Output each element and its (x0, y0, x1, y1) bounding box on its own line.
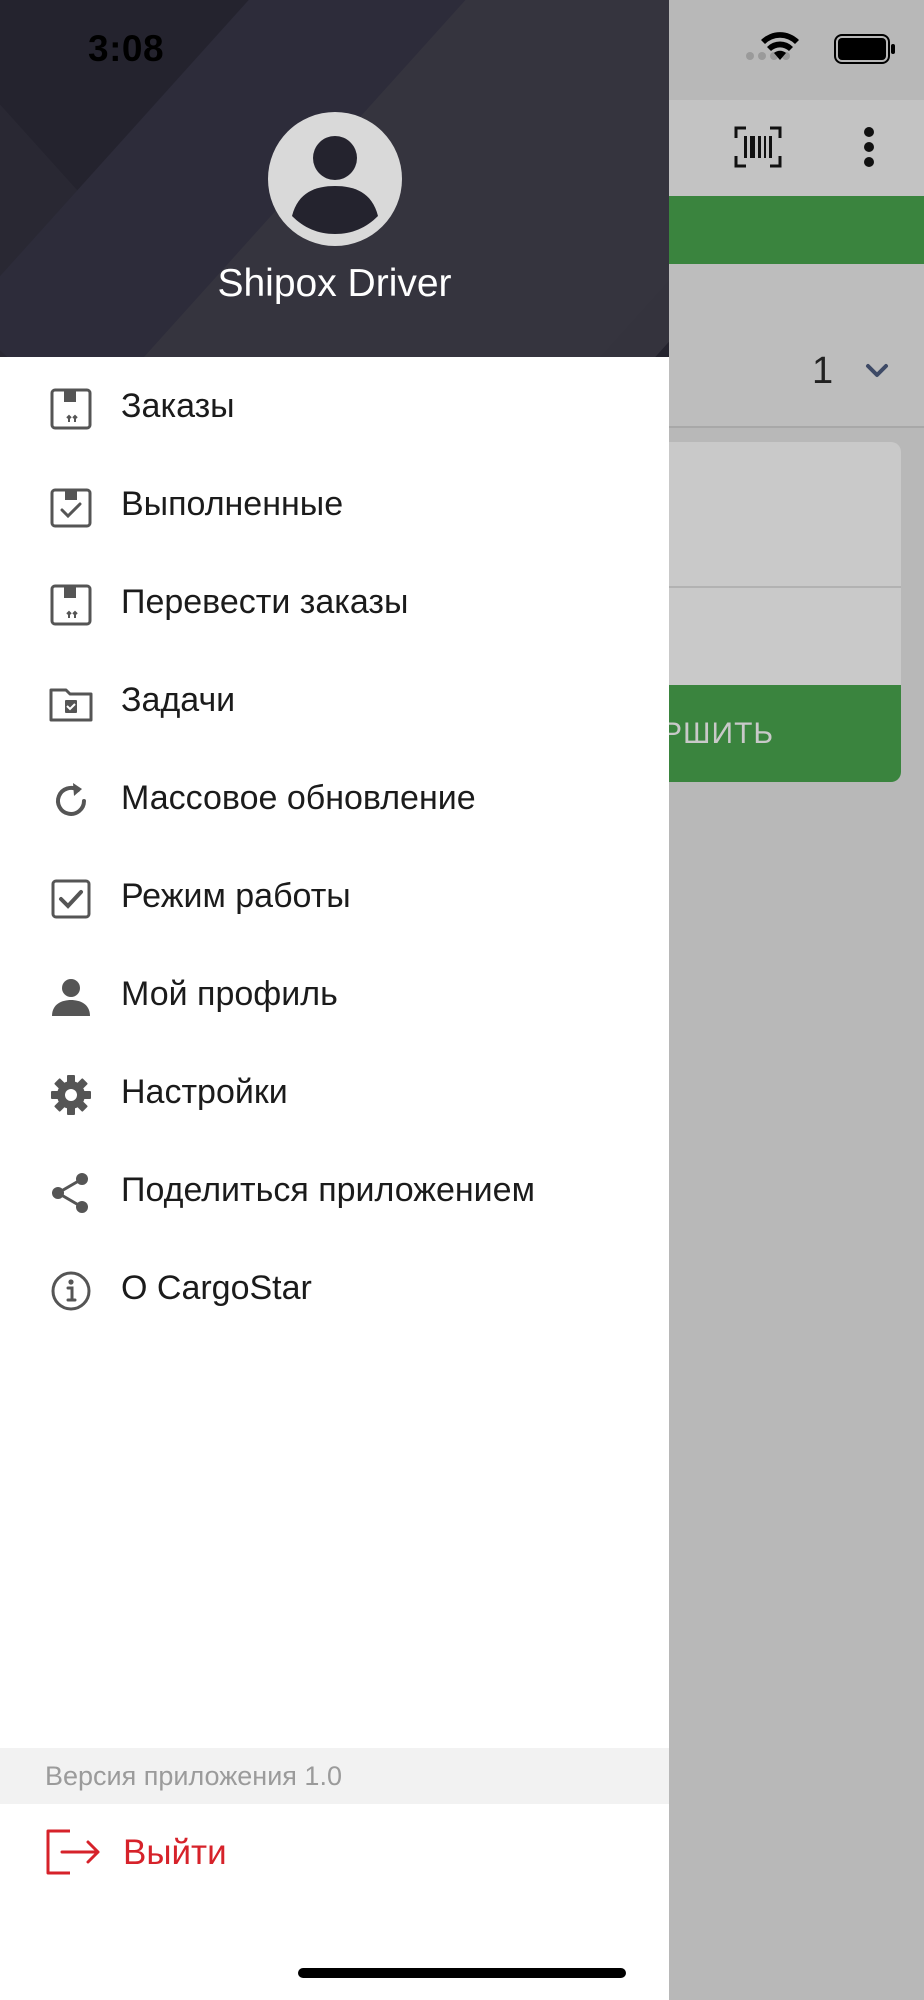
menu-item-transfer-orders[interactable]: Перевести заказы (0, 553, 669, 651)
menu-label: Поделиться приложением (121, 1171, 535, 1209)
menu-label: Настройки (121, 1073, 288, 1111)
navigation-drawer: 3:08 Shipox Driver Заказы Выполненные Пе… (0, 0, 669, 2000)
folder-task-icon (47, 679, 95, 727)
complete-button-label: РШИТЬ (668, 717, 775, 750)
version-label: Версия приложения 1.0 (45, 1761, 342, 1791)
status-bar-right (664, 0, 924, 100)
person-icon (47, 973, 95, 1021)
drawer-menu: Заказы Выполненные Перевести заказы Зада… (0, 357, 669, 1337)
filter-selector[interactable]: 1 (668, 264, 924, 428)
card-divider (668, 586, 901, 588)
menu-item-orders[interactable]: Заказы (0, 357, 669, 455)
app-bar (668, 100, 924, 196)
order-card[interactable]: РШИТЬ (668, 442, 901, 782)
checkbox-icon (47, 875, 95, 923)
menu-item-completed[interactable]: Выполненные (0, 455, 669, 553)
menu-label: Задачи (121, 681, 236, 719)
logout-label: Выйти (123, 1833, 227, 1872)
menu-label: О CargoStar (121, 1269, 312, 1307)
barcode-scan-icon[interactable] (734, 126, 782, 168)
selector-value: 1 (812, 350, 834, 392)
menu-item-work-mode[interactable]: Режим работы (0, 847, 669, 945)
menu-item-about[interactable]: О CargoStar (0, 1239, 669, 1337)
menu-label: Массовое обновление (121, 779, 476, 817)
menu-item-tasks[interactable]: Задачи (0, 651, 669, 749)
box-check-icon (47, 483, 95, 531)
chevron-down-icon (866, 364, 888, 377)
wifi-icon (761, 32, 799, 60)
logout-button[interactable]: Выйти (0, 1804, 669, 1902)
user-name: Shipox Driver (217, 262, 452, 305)
box-transfer-icon (47, 581, 95, 629)
menu-item-settings[interactable]: Настройки (0, 1043, 669, 1141)
info-icon (47, 1267, 95, 1315)
menu-label: Заказы (121, 387, 235, 425)
avatar-icon[interactable] (268, 112, 402, 246)
menu-label: Выполненные (121, 485, 344, 523)
version-bar: Версия приложения 1.0 (0, 1748, 669, 1804)
status-strip (668, 196, 924, 264)
gear-icon (47, 1071, 95, 1119)
status-time: 3:08 (88, 28, 165, 69)
menu-label: Перевести заказы (121, 583, 409, 621)
menu-label: Режим работы (121, 877, 351, 915)
logout-icon (46, 1829, 100, 1875)
home-indicator (298, 1968, 626, 1978)
drawer-header: 3:08 Shipox Driver (0, 0, 669, 357)
menu-item-share-app[interactable]: Поделиться приложением (0, 1141, 669, 1239)
menu-label: Мой профиль (121, 975, 338, 1013)
more-vert-icon[interactable] (862, 126, 876, 168)
battery-icon (834, 34, 895, 64)
menu-item-bulk-update[interactable]: Массовое обновление (0, 749, 669, 847)
share-icon (47, 1169, 95, 1217)
refresh-icon (47, 777, 95, 825)
box-in-icon (47, 385, 95, 433)
complete-button[interactable]: РШИТЬ (668, 685, 901, 782)
menu-item-profile[interactable]: Мой профиль (0, 945, 669, 1043)
